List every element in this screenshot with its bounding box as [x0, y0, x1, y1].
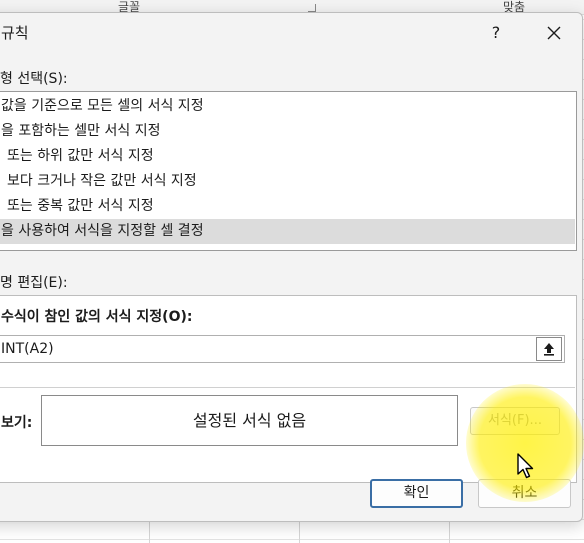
rule-type-item-label: 또는 중복 값만 서식 지정 [7, 198, 154, 214]
upload-arrow-icon [544, 343, 554, 356]
rule-type-item[interactable]: 또는 중복 값만 서식 지정 [0, 194, 575, 219]
rule-description-panel: 수식이 참인 값의 서식 지정(O): INT(A2) 보기: 설정된 서식 없… [0, 295, 577, 483]
formula-caption: 수식이 참인 값의 서식 지정(O): [1, 309, 193, 325]
font-dialog-launcher-icon[interactable] [308, 4, 316, 12]
help-button[interactable]: ? [481, 18, 511, 48]
rule-type-section-label: 형 선택(S): [0, 71, 68, 87]
formula-input[interactable]: INT(A2) [0, 335, 565, 363]
new-formatting-rule-dialog: 규칙 ? 형 선택(S): 값을 기준으로 모든 셀의 서식 지정 을 포함하는… [0, 12, 583, 522]
dialog-title: 규칙 [1, 24, 29, 42]
dialog-titlebar: 규칙 ? [0, 13, 582, 53]
rule-type-item[interactable]: 또는 하위 값만 서식 지정 [0, 144, 575, 169]
rule-type-list[interactable]: 값을 기준으로 모든 셀의 서식 지정 을 포함하는 셀만 서식 지정 또는 하… [0, 91, 577, 251]
format-button[interactable]: 서식(F)... [470, 407, 560, 435]
rule-edit-section-label: 명 편집(E): [0, 275, 68, 291]
rule-type-item[interactable]: 을 포함하는 셀만 서식 지정 [0, 119, 575, 144]
rule-type-item-label: 보다 크거나 작은 값만 서식 지정 [7, 173, 197, 189]
collapse-dialog-button[interactable] [536, 337, 562, 361]
close-icon [547, 26, 561, 40]
rule-type-item[interactable]: 값을 기준으로 모든 셀의 서식 지정 [0, 94, 575, 119]
panel-divider [0, 387, 575, 388]
rule-type-item-selected[interactable]: 을 사용하여 서식을 지정할 셀 결정 [0, 219, 575, 244]
rule-type-item-label: 또는 하위 값만 서식 지정 [7, 148, 154, 164]
cancel-button[interactable]: 취소 [478, 479, 571, 508]
close-button[interactable] [536, 18, 572, 48]
preview-label: 보기: [1, 415, 33, 431]
format-preview-box: 설정된 서식 없음 [41, 395, 458, 446]
ok-button[interactable]: 확인 [370, 479, 463, 508]
rule-type-item[interactable]: 보다 크거나 작은 값만 서식 지정 [0, 169, 575, 194]
